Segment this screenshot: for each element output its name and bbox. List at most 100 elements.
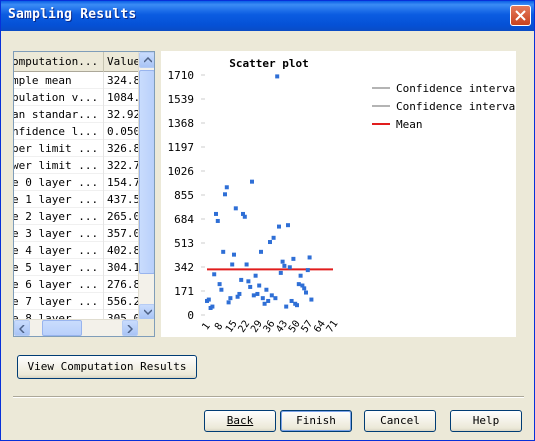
table-row[interactable]: e 0 layer ...154.7... <box>14 174 139 191</box>
column-header-computation[interactable]: omputation... <box>14 52 104 72</box>
data-point <box>287 265 292 270</box>
data-point <box>251 293 256 298</box>
data-point <box>286 223 290 228</box>
data-point <box>257 283 262 288</box>
back-button[interactable]: Back <box>204 410 276 432</box>
value-cell: 556.2... <box>104 293 139 310</box>
title-bar: Sampling Results <box>1 1 534 31</box>
scatter-chart: Scatter plot0171342513684855102611971368… <box>168 57 522 335</box>
horizontal-scroll-thumb[interactable] <box>42 320 82 336</box>
chevron-up-icon <box>144 57 152 63</box>
computation-cell: e 6 layer ... <box>14 276 104 293</box>
table-row[interactable]: an standar...32.92... <box>14 106 139 123</box>
y-tick-label: 513 <box>174 237 194 250</box>
value-cell: 322.7... <box>104 157 139 174</box>
chevron-right-icon <box>127 325 133 333</box>
data-point <box>232 252 236 257</box>
sampling-results-dialog: Sampling Results omputation... Value mpl… <box>0 0 535 441</box>
y-tick-label: 1197 <box>168 141 195 154</box>
close-button[interactable] <box>510 5 531 26</box>
y-tick-label: 171 <box>174 285 194 298</box>
data-point <box>226 300 231 305</box>
y-tick-label: 684 <box>174 213 194 226</box>
computation-cell: e 0 layer ... <box>14 174 104 191</box>
data-point <box>246 279 251 284</box>
table-row[interactable]: e 4 layer ...402.8... <box>14 242 139 259</box>
table-row[interactable]: pulation v...1084.... <box>14 89 139 106</box>
data-point <box>206 297 211 302</box>
value-cell: 265.0... <box>104 208 139 225</box>
data-point <box>214 211 218 216</box>
legend-label: Mean <box>396 118 423 131</box>
computation-cell: e 4 layer ... <box>14 242 104 259</box>
data-point <box>275 74 280 79</box>
table-row[interactable]: e 5 layer ...304.1... <box>14 259 139 276</box>
scroll-up-button[interactable] <box>139 52 154 68</box>
column-header-value[interactable]: Value <box>104 52 139 72</box>
data-point <box>212 272 217 277</box>
data-point <box>291 256 296 261</box>
view-computation-results-button[interactable]: View Computation Results <box>17 355 197 379</box>
computation-cell: nfidence l... <box>14 123 104 140</box>
data-point <box>221 249 226 254</box>
value-cell: 154.7... <box>104 174 139 191</box>
value-cell: 1084.... <box>104 89 139 106</box>
value-cell: 326.8... <box>104 140 139 157</box>
table-row[interactable]: e 1 layer ...437.5... <box>14 191 139 208</box>
window-title: Sampling Results <box>8 7 137 22</box>
value-cell: 0.0500... <box>104 123 139 140</box>
computation-cell: mple mean <box>14 72 104 89</box>
data-point <box>217 282 222 287</box>
x-tick-label: 8 <box>213 321 225 332</box>
x-tick-label: 71 <box>325 319 341 335</box>
data-point <box>242 214 247 219</box>
computation-cell: e 1 layer ... <box>14 191 104 208</box>
table-row[interactable]: mple mean324.8... <box>14 72 139 89</box>
value-cell: 32.92... <box>104 106 139 123</box>
cancel-button[interactable]: Cancel <box>364 410 436 432</box>
y-tick-label: 342 <box>174 261 194 274</box>
data-point <box>298 273 303 278</box>
computation-cell: e 7 layer ... <box>14 293 104 310</box>
help-button[interactable]: Help <box>450 410 522 432</box>
data-point <box>262 301 267 306</box>
horizontal-scrollbar[interactable] <box>14 319 139 336</box>
data-point <box>260 296 265 301</box>
table-row[interactable]: e 7 layer ...556.2... <box>14 293 139 310</box>
y-tick-label: 1026 <box>168 165 195 178</box>
value-cell: 304.1... <box>104 259 139 276</box>
vertical-scrollbar[interactable] <box>138 52 154 320</box>
table-row[interactable]: wer limit ...322.7... <box>14 157 139 174</box>
data-point <box>277 224 281 229</box>
back-button-label: Back <box>226 414 254 427</box>
data-point <box>278 270 283 275</box>
value-cell: 402.8... <box>104 242 139 259</box>
chart-title: Scatter plot <box>229 57 308 70</box>
data-point <box>268 240 272 245</box>
table-row[interactable]: e 2 layer ...265.0... <box>14 208 139 225</box>
table-row[interactable]: per limit ...326.8... <box>14 140 139 157</box>
data-point <box>250 179 254 184</box>
data-point <box>248 284 253 289</box>
scroll-right-button[interactable] <box>122 320 138 336</box>
scroll-left-button[interactable] <box>14 320 30 336</box>
table-grid: omputation... Value mple mean324.8...pul… <box>14 52 139 320</box>
table-row[interactable]: e 6 layer ...276.8... <box>14 276 139 293</box>
table-row[interactable]: nfidence l...0.0500... <box>14 123 139 140</box>
data-point <box>266 298 271 303</box>
table-row[interactable]: e 3 layer ...357.0... <box>14 225 139 242</box>
vertical-scroll-thumb[interactable] <box>139 70 154 274</box>
data-point <box>296 282 301 287</box>
data-point <box>289 298 294 303</box>
value-cell: 437.5... <box>104 191 139 208</box>
data-point <box>259 249 263 254</box>
data-point <box>228 296 233 301</box>
data-point <box>273 296 278 301</box>
scroll-down-button[interactable] <box>139 304 154 320</box>
data-point <box>244 262 249 267</box>
value-cell: 324.8... <box>104 72 139 89</box>
data-point <box>210 304 215 309</box>
scrollbar-corner <box>138 319 154 336</box>
data-point <box>282 263 287 268</box>
finish-button[interactable]: Finish <box>280 410 352 432</box>
